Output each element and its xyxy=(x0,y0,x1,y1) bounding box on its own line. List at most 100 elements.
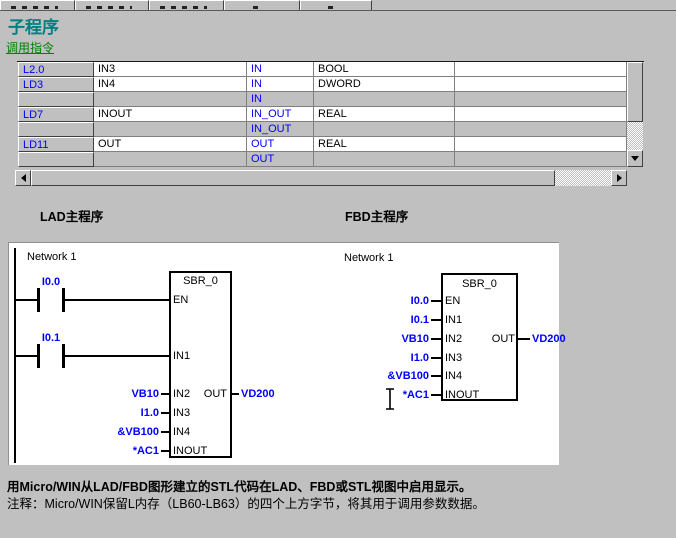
arrow-left-icon xyxy=(21,174,26,182)
cell-data-type[interactable] xyxy=(314,122,455,137)
lad-contact1-operand: I0.0 xyxy=(37,276,65,288)
cell-var-type[interactable]: IN_OUT xyxy=(247,107,314,122)
lad-pin-in3: IN3 xyxy=(173,407,190,419)
cell-symbol[interactable]: INOUT xyxy=(94,107,247,122)
lad-operand-in4: &VB100 xyxy=(104,426,159,438)
cell-data-type[interactable]: REAL xyxy=(314,107,455,122)
fbd-wire xyxy=(431,357,441,359)
ibeam-cursor-icon xyxy=(383,387,397,411)
cell-comment[interactable] xyxy=(455,62,627,77)
cell-var-type[interactable]: IN xyxy=(247,62,314,77)
toolbar-clipped xyxy=(0,0,676,11)
lad-wire xyxy=(15,355,37,357)
lad-pin-inout: INOUT xyxy=(173,445,207,457)
fbd-operand-in4: &VB100 xyxy=(359,370,429,382)
clipped-button-text xyxy=(11,6,58,9)
cell-var-type[interactable]: OUT xyxy=(247,152,314,167)
cell-var-type[interactable]: IN xyxy=(247,77,314,92)
fbd-pin-en: EN xyxy=(445,295,460,307)
lad-operand-out: VD200 xyxy=(241,388,275,400)
cell-data-type[interactable]: DWORD xyxy=(314,77,455,92)
lad-wire xyxy=(65,355,169,357)
lad-operand-in2: VB10 xyxy=(104,388,159,400)
fbd-wire xyxy=(431,300,441,302)
fbd-network-label: Network 1 xyxy=(344,252,394,264)
vscroll-thumb[interactable] xyxy=(627,62,643,122)
cell-comment[interactable] xyxy=(455,107,627,122)
cell-comment[interactable] xyxy=(455,137,627,152)
cell-address[interactable]: L2.0 xyxy=(18,62,94,77)
toolbar-button-3[interactable] xyxy=(149,0,224,10)
cell-address[interactable] xyxy=(18,122,94,137)
fbd-wire xyxy=(431,375,441,377)
fbd-wire xyxy=(518,338,530,340)
local-variable-table: L2.0 IN3 IN BOOL LD3 IN4 IN DWORD IN LD7… xyxy=(14,58,645,189)
clipped-button-text xyxy=(86,6,132,9)
cell-data-type[interactable]: REAL xyxy=(314,137,455,152)
lad-pin-out: OUT xyxy=(201,388,227,400)
vscroll-track[interactable] xyxy=(627,122,643,150)
fbd-block-title: SBR_0 xyxy=(443,278,516,290)
cell-symbol[interactable]: IN4 xyxy=(94,77,247,92)
arrow-right-icon xyxy=(617,174,622,182)
call-instruction-link[interactable]: 调用指令 xyxy=(6,39,54,56)
horizontal-scrollbar[interactable] xyxy=(15,170,627,186)
lad-wire xyxy=(65,299,169,301)
hscroll-thumb[interactable] xyxy=(31,170,555,186)
lad-section-label: LAD主程序 xyxy=(40,206,103,225)
fbd-pin-out: OUT xyxy=(487,333,515,345)
cell-var-type[interactable]: OUT xyxy=(247,137,314,152)
fbd-pin-in2: IN2 xyxy=(445,333,462,345)
cell-symbol[interactable] xyxy=(94,152,247,167)
fbd-pin-inout: INOUT xyxy=(445,389,479,401)
toolbar-button-4[interactable] xyxy=(224,0,300,10)
cell-symbol[interactable] xyxy=(94,122,247,137)
lad-contact-bar xyxy=(37,344,40,368)
vertical-scrollbar[interactable] xyxy=(627,62,643,167)
scroll-left-button[interactable] xyxy=(15,170,31,186)
cell-address[interactable] xyxy=(18,92,94,107)
scroll-down-button[interactable] xyxy=(627,150,643,167)
lad-pin-in4: IN4 xyxy=(173,426,190,438)
cell-comment[interactable] xyxy=(455,122,627,137)
cell-var-type[interactable]: IN xyxy=(247,92,314,107)
toolbar-button-5[interactable] xyxy=(300,0,372,10)
scroll-right-button[interactable] xyxy=(611,170,627,186)
lad-pin-en: EN xyxy=(173,294,188,306)
cell-comment[interactable] xyxy=(455,92,627,107)
fbd-pin-in4: IN4 xyxy=(445,370,462,382)
toolbar-button-1[interactable] xyxy=(0,0,75,10)
cell-comment[interactable] xyxy=(455,152,627,167)
cell-data-type[interactable]: BOOL xyxy=(314,62,455,77)
cell-comment[interactable] xyxy=(455,77,627,92)
fbd-operand-in2: VB10 xyxy=(359,333,429,345)
lad-block-title: SBR_0 xyxy=(171,275,230,287)
fbd-operand-out: VD200 xyxy=(532,333,566,345)
cell-symbol[interactable] xyxy=(94,92,247,107)
lad-wire xyxy=(161,393,169,395)
lad-network-label: Network 1 xyxy=(27,251,77,263)
toolbar-button-2[interactable] xyxy=(75,0,149,10)
lad-contact-bar xyxy=(37,288,40,312)
lad-contact2-operand: I0.1 xyxy=(37,332,65,344)
clipped-button-text xyxy=(253,6,263,9)
cell-address[interactable]: LD3 xyxy=(18,77,94,92)
cell-symbol[interactable]: IN3 xyxy=(94,62,247,77)
cell-address[interactable]: LD7 xyxy=(18,107,94,122)
clipped-button-text xyxy=(328,6,338,9)
lad-wire xyxy=(161,431,169,433)
clipped-button-text xyxy=(160,6,207,9)
fbd-operand-in1: I0.1 xyxy=(359,314,429,326)
cell-address[interactable] xyxy=(18,152,94,167)
help-window: 子程序 调用指令 L2.0 IN3 IN BOOL LD3 IN4 IN DWO… xyxy=(0,0,676,538)
cell-data-type[interactable] xyxy=(314,152,455,167)
cell-data-type[interactable] xyxy=(314,92,455,107)
page-title: 子程序 xyxy=(8,13,59,38)
lad-wire xyxy=(161,412,169,414)
fbd-wire xyxy=(431,394,441,396)
cell-symbol[interactable]: OUT xyxy=(94,137,247,152)
fbd-section-label: FBD主程序 xyxy=(345,206,408,225)
cell-address[interactable]: LD11 xyxy=(18,137,94,152)
hscroll-track[interactable] xyxy=(555,170,611,186)
cell-var-type[interactable]: IN_OUT xyxy=(247,122,314,137)
